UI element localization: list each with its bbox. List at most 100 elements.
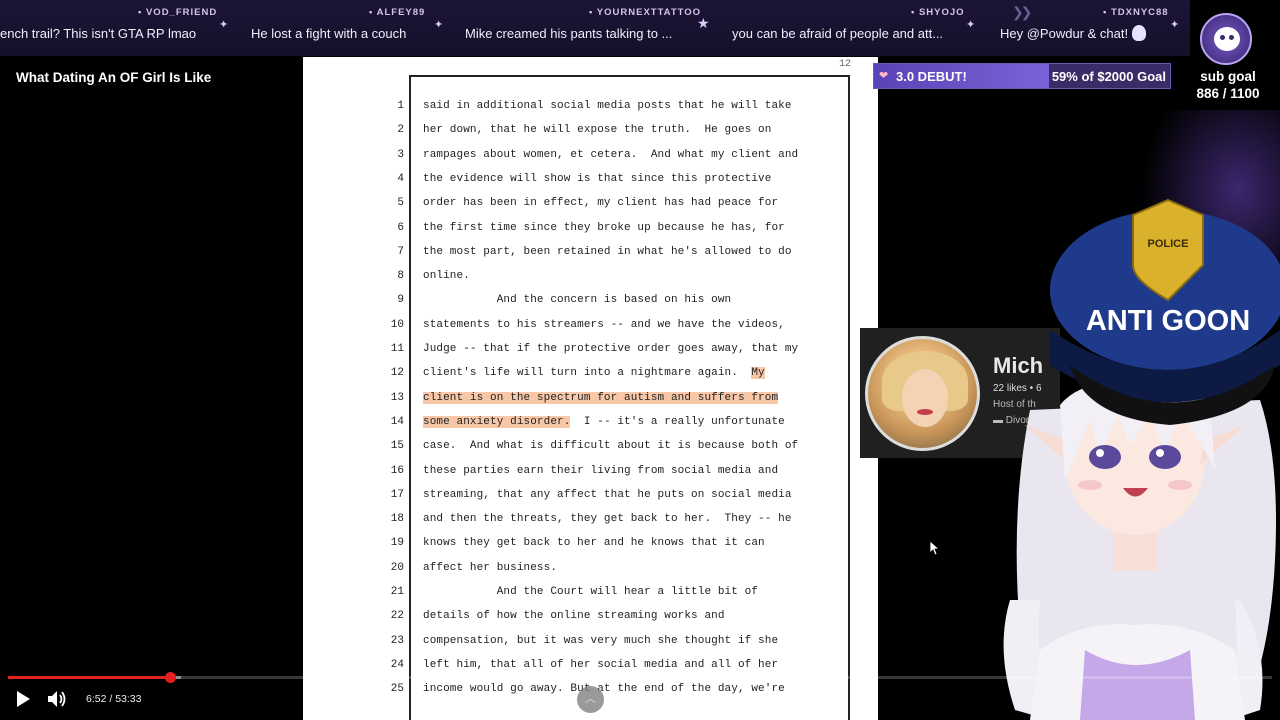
transcript-line: 8 online.	[303, 270, 878, 294]
line-number: 8	[397, 270, 404, 283]
transcript-line: 10 statements to his streamers -- and we …	[303, 319, 878, 343]
seek-played	[8, 676, 170, 679]
heart-badge-icon: ❤	[879, 70, 889, 82]
sparkle-icon: ✦	[966, 19, 976, 31]
avatar-blush-right	[1168, 480, 1192, 490]
transcript-line: 16 these parties earn their living from s…	[303, 465, 878, 489]
hat-slogan-text: ANTI GOON	[1086, 305, 1250, 337]
line-text: compensation, but it was very much she t…	[423, 635, 778, 647]
sparkle-icon: ✦	[434, 19, 444, 31]
line-number: 15	[390, 440, 404, 453]
line-body: affect her business.	[423, 561, 558, 574]
transcript-line: 18 and then the threats, they get back to…	[303, 513, 878, 537]
line-text: some anxiety disorder. I -- it's a reall…	[423, 415, 785, 428]
line-number: 23	[390, 634, 404, 647]
chevrons-icon: ❯❯	[1012, 4, 1033, 20]
sub-goal-label: sub goal	[1200, 69, 1256, 84]
chat-username: • ALFEY89	[369, 7, 426, 18]
transcript-line: 4 the evidence will show is that since th…	[303, 173, 878, 197]
line-text: affect her business.	[423, 562, 557, 574]
transcript-line: 6 the first time since they broke up beca…	[303, 222, 878, 246]
chevron-up-icon: ︿	[585, 693, 596, 705]
line-text: details of how the online streaming work…	[423, 610, 725, 622]
chat-message-text: Hey @Powdur & chat!	[1000, 26, 1129, 41]
line-number: 25	[390, 683, 404, 696]
avatar-eye-shine-right	[1156, 449, 1164, 457]
seek-handle[interactable]	[164, 672, 176, 683]
avatar-lips	[917, 409, 933, 415]
line-body: the most part, been retained in what he'…	[423, 245, 792, 258]
transcript-line: 12 client's life will turn into a nightma…	[303, 367, 878, 391]
line-text: And the concern is based on his own	[423, 294, 731, 306]
creature-face-icon	[1214, 27, 1240, 51]
line-text: and then the threats, they get back to h…	[423, 513, 792, 525]
line-text: And the Court will hear a little bit of	[423, 586, 758, 598]
line-body: streaming, that any affect that he puts …	[423, 488, 792, 501]
line-number: 2	[397, 124, 404, 137]
line-body: rampages about women, et cetera. And wha…	[423, 148, 799, 161]
transcript-line: 17 streaming, that any affect that he put…	[303, 489, 878, 513]
avatar-eye-shine-left	[1096, 449, 1104, 457]
line-body: the evidence will show is that since thi…	[423, 172, 772, 185]
line-body: And the concern is based on his own	[423, 294, 732, 307]
page-number: 12	[838, 59, 851, 70]
transcript-line: 11 Judge -- that if the protective order …	[303, 343, 878, 367]
line-number: 4	[397, 172, 404, 185]
video-time: 6:52 / 53:33	[86, 693, 142, 705]
line-body: case. And what is difficult about it is …	[423, 440, 799, 453]
line-text: her down, that he will expose the truth.…	[423, 124, 771, 136]
line-text: these parties earn their living from soc…	[423, 465, 778, 477]
transcript-line: 7 the most part, been retained in what he…	[303, 246, 878, 270]
avatar-blush-left	[1078, 480, 1102, 490]
line-body: said in additional social media posts th…	[423, 100, 792, 112]
sparkle-icon: ✦	[219, 19, 229, 31]
line-text: order has been in effect, my client has …	[423, 197, 778, 209]
chat-message-text: ench trail? This isn't GTA RP lmao	[0, 26, 197, 41]
line-body: left him, that all of her social media a…	[423, 658, 779, 671]
sub-goal-emblem-icon	[1200, 13, 1252, 65]
vtuber-avatar: POLICE ANTI GOON	[1003, 198, 1280, 720]
chat-ticker: ench trail? This isn't GTA RP lmao ✦ • V…	[0, 0, 1190, 56]
line-number: 22	[390, 610, 404, 623]
scroll-up-button[interactable]: ︿	[577, 686, 604, 713]
highlighted-text: some anxiety disorder.	[423, 415, 571, 428]
line-body: her down, that he will expose the truth.…	[423, 124, 772, 137]
line-text: said in additional social media posts th…	[423, 100, 792, 112]
line-number: 21	[390, 586, 404, 598]
transcript-line: 23 compensation, but it was very much she…	[303, 635, 878, 659]
avatar-face	[902, 369, 948, 427]
line-number: 24	[390, 658, 404, 671]
line-number: 13	[390, 391, 404, 404]
video-title: What Dating An OF Girl Is Like	[16, 70, 212, 85]
profile-avatar	[865, 336, 980, 451]
line-text: online.	[423, 270, 470, 282]
avatar-eye-left	[1089, 445, 1121, 469]
volume-icon[interactable]	[47, 690, 67, 708]
sub-goal-count: 886 / 1100	[1196, 86, 1260, 101]
line-text: statements to his streamers -- and we ha…	[423, 319, 785, 331]
transcript-line: 14 some anxiety disorder. I -- it's a rea…	[303, 415, 878, 440]
line-body: compensation, but it was very much she t…	[423, 634, 779, 647]
mouse-cursor-icon	[930, 541, 940, 555]
transcript-line: 20 affect her business.	[303, 562, 878, 586]
line-number: 14	[390, 415, 404, 428]
transcript-line: 19 knows they get back to her and he know…	[303, 537, 878, 561]
transcript-line: 15 case. And what is difficult about it i…	[303, 440, 878, 464]
line-body: knows they get back to her and he knows …	[423, 537, 765, 550]
donation-goal-bar: ❤ 3.0 DEBUT! 59% of $2000 Goal	[873, 63, 1171, 89]
line-number: 7	[397, 245, 404, 258]
play-icon[interactable]	[14, 690, 32, 708]
transcript-line: 9 And the concern is based on his own	[303, 294, 878, 318]
line-body: online.	[423, 270, 470, 283]
chat-message-text: you can be afraid of people and att...	[732, 26, 944, 41]
video-seek-bar[interactable]	[8, 672, 1272, 683]
highlighted-text: My	[751, 367, 765, 380]
chat-message-text: Mike creamed his pants talking to ...	[465, 26, 673, 41]
line-text: Judge -- that if the protective order go…	[423, 343, 798, 355]
line-body: the first time since they broke up becau…	[423, 221, 785, 234]
line-number: 10	[390, 318, 404, 331]
transcript-line: 1 said in additional social media posts t…	[303, 100, 878, 124]
line-text: knows they get back to her and he knows …	[423, 537, 765, 549]
line-body: and then the threats, they get back to h…	[423, 513, 792, 526]
line-body: And the Court will hear a little bit of	[423, 586, 759, 598]
